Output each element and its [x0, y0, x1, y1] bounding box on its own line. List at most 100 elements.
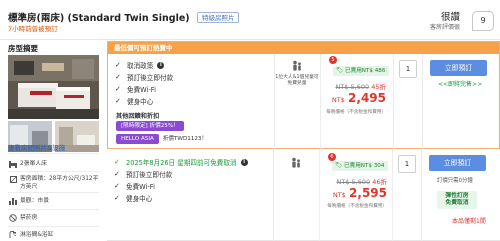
room-size-icon [9, 175, 17, 183]
discount-percent: 45折 [371, 83, 386, 91]
price-note: 每晚價格（不含稅金和費用） [327, 204, 387, 209]
offer-row-2: ✓ 2025年8月26日 星期四前可免費取消 i ✓ 預訂後立即付款 ✓ 免費W… [107, 149, 500, 241]
feature-view: 景觀：市景 [9, 197, 49, 205]
saved-text: 已賣用NT$ 486 [345, 68, 386, 74]
original-price-value: NT$ 5,600 [336, 178, 371, 186]
city-view-icon [9, 197, 17, 205]
divider [274, 54, 275, 149]
promo-title: 其他回饋和折扣 [116, 113, 160, 120]
original-price: NT$ 5,600 46折 [336, 176, 387, 186]
feature-beds: 2張單人床 [9, 160, 47, 168]
promo-code: 折價TWD1123！ [162, 136, 208, 142]
divider [422, 54, 423, 149]
divider [319, 149, 320, 241]
condition-text: 取消政策 [127, 62, 154, 70]
tag-icon: 🏷 [336, 67, 344, 74]
saved-text: 已賣用NT$ 304 [344, 163, 385, 169]
condition-cancel-policy: ✓ 取消政策 i [115, 60, 165, 70]
summary-title: 房型摘要 [8, 44, 38, 53]
condition-gym: ✓ 健身中心 [114, 193, 152, 203]
discount-percent: 46折 [372, 178, 387, 186]
check-icon: ✓ [115, 61, 121, 69]
condition-text: 預訂後立即付款 [127, 74, 174, 82]
view-photos-link[interactable]: 查看房間照片&設施 [8, 142, 65, 152]
score-badge: 9 [472, 11, 494, 31]
promo-tag-limited: [限時限定] 折價25%！ [116, 121, 184, 131]
recent-booking-note: 7小時前曾被預訂 [8, 25, 58, 33]
flex-badge-line1: 彈性訂房 [445, 193, 469, 199]
book-now-button[interactable]: 立即預訂 [429, 155, 486, 171]
check-icon: ✓ [114, 194, 120, 202]
promo-label: HELLO ASIA [116, 134, 159, 144]
no-smoking-icon [9, 214, 17, 222]
best-price-banner: 最低價可預訂熱賣中 [108, 42, 499, 54]
rating-word: 很讚 [440, 12, 460, 23]
guests-note: 1位大人&1個兒童可免費兒童 [274, 75, 320, 87]
condition-gym: ✓ 健身中心 [115, 96, 153, 106]
feature-room-size: 客房面積：28平方公尺/312平方英尺 [9, 175, 103, 191]
currency: NT$ [332, 191, 346, 199]
divider [320, 54, 321, 149]
guests-icon [291, 60, 303, 74]
current-price: NT$ 2,595 [333, 186, 387, 200]
room-photo-main[interactable] [8, 55, 99, 119]
check-icon: ✓ [115, 97, 121, 105]
current-price: NT$ 2,495 [332, 91, 386, 105]
discount-count-badge: 5 [329, 56, 337, 64]
feature-bath: 淋浴間&浴缸 [9, 231, 54, 239]
shower-icon [9, 231, 17, 239]
divider [421, 149, 422, 241]
price-value: 2,595 [349, 186, 387, 200]
guests-icon [290, 157, 302, 171]
offer-row-1: 最低價可預訂熱賣中 ✓ 取消政策 i ✓ 預訂後立即付款 ✓ 免費Wi-Fi ✓… [107, 41, 500, 149]
single-bed-icon [9, 160, 17, 168]
room-quantity-select[interactable]: 1 [398, 155, 416, 173]
saved-badge: 🏷 已賣用NT$ 486 [333, 66, 390, 76]
promo-tag-hello-asia: HELLO ASIA 折價TWD1123！ [116, 134, 207, 144]
rating-subtitle: 客房評價很 [429, 24, 460, 31]
selling-out-note: <<即將完售>> [438, 81, 483, 88]
photos-tag[interactable]: 特級房照片 [196, 12, 240, 23]
divider [8, 171, 99, 172]
condition-text: 預訂後立即付款 [126, 171, 173, 179]
divider [273, 149, 274, 241]
condition-text: 免費Wi-Fi [127, 86, 156, 94]
check-icon: ✓ [114, 158, 120, 166]
price-note: 每晚價格（不含稅金和費用） [326, 110, 386, 115]
feature-text: 淋浴間&浴缸 [20, 232, 54, 238]
feature-text: 2張單人床 [20, 161, 47, 167]
condition-free-cancel: ✓ 2025年8月26日 星期四前可免費取消 i [114, 157, 248, 167]
divider [8, 226, 99, 227]
check-icon: ✓ [114, 170, 120, 178]
feature-smoking: 禁菸房 [9, 214, 37, 222]
condition-pay-now: ✓ 預訂後立即付款 [115, 72, 173, 82]
currency: NT$ [331, 96, 345, 104]
feature-text: 客房面積：28平方公尺/312平方英尺 [20, 176, 99, 190]
original-price-value: NT$ 5,600 [335, 83, 370, 91]
info-icon[interactable]: i [240, 158, 248, 166]
condition-text: 免費Wi-Fi [126, 183, 155, 191]
check-icon: ✓ [115, 85, 121, 93]
divider [392, 149, 393, 241]
room-quantity-select[interactable]: 1 [399, 60, 417, 78]
condition-wifi: ✓ 免費Wi-Fi [115, 84, 156, 94]
divider [8, 153, 99, 154]
flex-badge-line2: 免費取消 [445, 200, 469, 206]
booking-time-note: 訂價只需0分鐘 [437, 178, 473, 184]
condition-text: 健身中心 [126, 195, 153, 203]
divider [8, 209, 99, 210]
original-price: NT$ 5,600 45折 [335, 81, 386, 91]
book-now-button[interactable]: 立即預訂 [430, 60, 487, 76]
condition-pay-now: ✓ 預訂後立即付款 [114, 169, 172, 179]
room-summary: 房型摘要 查看房間照片&設施 2張單人床 客房面積：28平方公尺/312平方英尺… [0, 41, 107, 241]
room-photo-image [8, 55, 99, 119]
check-icon: ✓ [114, 182, 120, 190]
discount-count-badge: 6 [328, 153, 336, 161]
saved-badge: 🏷 已賣用NT$ 304 [332, 161, 389, 171]
feature-text: 景觀：市景 [20, 198, 49, 204]
rooms-left-note: 本品僅剩1間 [452, 218, 486, 225]
info-icon[interactable]: i [157, 61, 165, 69]
feature-text: 禁菸房 [20, 215, 38, 221]
condition-text: 健身中心 [127, 98, 154, 106]
tag-icon: 🏷 [335, 162, 343, 169]
